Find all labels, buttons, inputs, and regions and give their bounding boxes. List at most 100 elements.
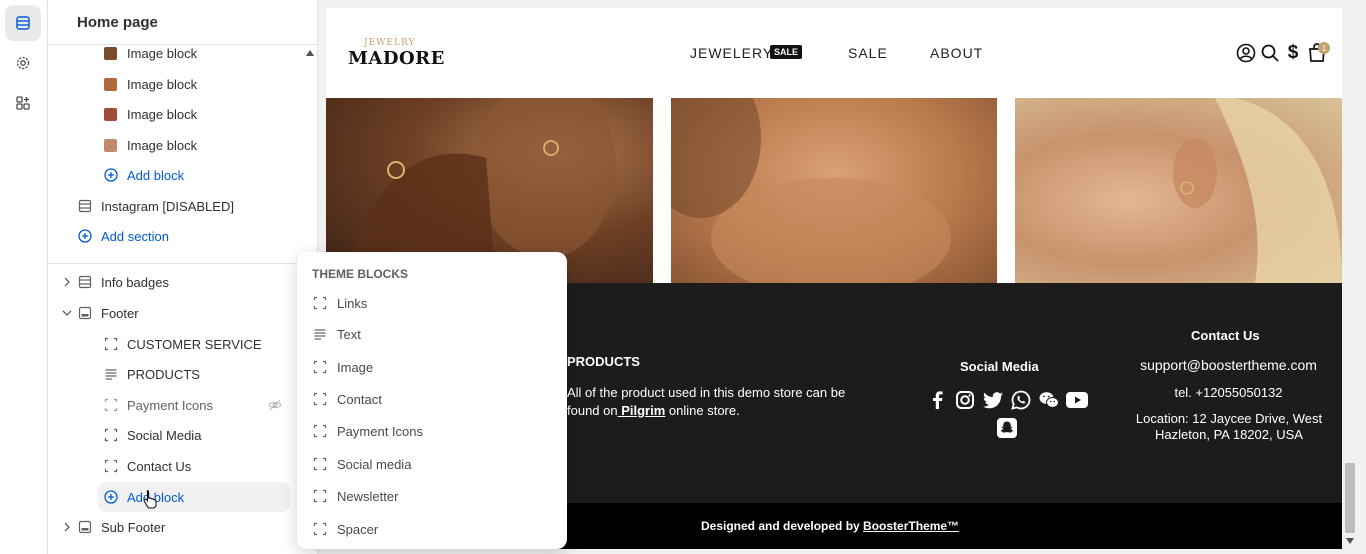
nav-sale[interactable]: SALE (848, 45, 888, 61)
block-icon (313, 424, 327, 438)
sale-badge: SALE (770, 45, 803, 59)
block-icon (313, 296, 327, 310)
scroll-up-icon[interactable] (306, 50, 314, 56)
eye-off-icon[interactable] (268, 398, 282, 417)
add-section-button[interactable]: Add section (78, 222, 169, 250)
snapchat-icon[interactable] (996, 417, 1018, 439)
add-block-button[interactable]: Add block (104, 161, 184, 189)
text-icon (313, 327, 327, 341)
store-header: JEWELRY MADORE JEWELERY SALE SALE ABOUT … (326, 8, 1342, 98)
sidebar-scrollbar[interactable] (302, 45, 318, 265)
pilgrim-link[interactable]: Pilgrim (618, 403, 665, 418)
scroll-thumb[interactable] (1345, 463, 1355, 533)
footer-block-customer-service[interactable]: CUSTOMER SERVICE (104, 330, 262, 358)
block-icon (104, 459, 118, 473)
block-option-payment-icons[interactable]: Payment Icons (313, 419, 423, 443)
block-icon (313, 522, 327, 536)
block-option-spacer[interactable]: Spacer (313, 517, 378, 541)
block-option-links[interactable]: Links (313, 291, 367, 315)
credits: Designed and developed by BoosterTheme™ (701, 519, 960, 533)
contact-heading: Contact Us (1191, 328, 1260, 343)
sections-nav-button[interactable] (5, 5, 41, 41)
sections-sidebar: Home page Image block Image block Image … (48, 0, 318, 554)
social-heading: Social Media (960, 359, 1039, 374)
image-block-item[interactable]: Image block (104, 70, 197, 98)
section-icon (78, 199, 92, 213)
whatsapp-icon[interactable] (1010, 389, 1032, 411)
hand-cursor-icon (142, 489, 158, 514)
footer-block-contact-us[interactable]: Contact Us (104, 452, 191, 480)
block-icon (313, 457, 327, 471)
chevron-down-icon[interactable] (62, 299, 72, 327)
jewelry-photo-2 (671, 98, 997, 283)
currency-icon[interactable]: $ (1283, 42, 1303, 63)
block-icon (104, 398, 118, 412)
youtube-icon[interactable] (1066, 389, 1088, 411)
apps-icon (16, 96, 30, 110)
gear-icon (16, 56, 30, 70)
block-option-newsletter[interactable]: Newsletter (313, 484, 398, 508)
page-title: Home page (77, 14, 158, 31)
block-option-text[interactable]: Text (313, 322, 361, 346)
twitter-icon[interactable] (982, 389, 1004, 411)
settings-nav-button[interactable] (5, 45, 41, 81)
jewelry-photo-3 (1015, 98, 1342, 283)
facebook-icon[interactable] (926, 389, 948, 411)
image-thumbnail (104, 46, 117, 60)
sidebar-divider (48, 263, 318, 264)
scroll-down-icon[interactable] (1346, 538, 1354, 544)
image-block-item[interactable]: Image block (104, 100, 197, 128)
chevron-right-icon[interactable] (62, 268, 72, 296)
section-icon (78, 275, 92, 289)
image-block-item[interactable]: Image block (104, 39, 197, 67)
section-info-badges[interactable]: Info badges (78, 268, 169, 296)
boostertheme-link[interactable]: BoosterTheme™ (863, 519, 959, 533)
popover-title: THEME BLOCKS (312, 267, 408, 281)
section-sub-footer[interactable]: Sub Footer (78, 513, 165, 541)
image-thumbnail (104, 107, 117, 121)
block-option-image[interactable]: Image (313, 355, 373, 379)
contact-location: Location: 12 Jaycee Drive, West Hazleton… (1135, 411, 1323, 442)
social-icons (922, 389, 1092, 439)
footer-block-products[interactable]: PRODUCTS (104, 360, 200, 388)
logo-tagline: JEWELRY (364, 38, 416, 48)
icon-rail (0, 0, 48, 554)
footer-block-social-media[interactable]: Social Media (104, 421, 201, 449)
wechat-icon[interactable] (1038, 389, 1060, 411)
cart-count-badge: 1 (1318, 42, 1330, 54)
block-option-social-media[interactable]: Social media (313, 452, 411, 476)
section-instagram[interactable]: Instagram [DISABLED] (78, 192, 234, 220)
image-block-item[interactable]: Image block (104, 131, 197, 159)
account-icon[interactable] (1236, 43, 1256, 63)
plus-circle-icon (104, 168, 118, 182)
products-text: All of the product used in this demo sto… (567, 385, 846, 418)
block-option-contact[interactable]: Contact (313, 387, 382, 411)
contact-email[interactable]: support@boostertheme.com (1106, 356, 1342, 374)
footer-section-icon (78, 306, 92, 320)
theme-editor: Home page Image block Image block Image … (0, 0, 1366, 554)
preview-scrollbar[interactable] (1342, 8, 1358, 549)
photo-illustration-3 (1173, 98, 1342, 283)
block-icon (104, 428, 118, 442)
text-icon (104, 367, 118, 381)
photo-illustration-2 (671, 98, 951, 283)
sections-icon (16, 16, 30, 30)
block-icon (104, 337, 118, 351)
theme-blocks-popover: THEME BLOCKS Links Text Image Contact Pa… (297, 252, 567, 549)
chevron-right-icon[interactable] (62, 513, 72, 541)
search-icon[interactable] (1260, 43, 1280, 63)
apps-nav-button[interactable] (5, 85, 41, 121)
products-heading: PRODUCTS (567, 354, 640, 369)
section-icon (78, 520, 92, 534)
contact-phone: tel. +12055050132 (1174, 385, 1283, 400)
section-footer[interactable]: Footer (78, 299, 139, 327)
footer-block-payment-icons[interactable]: Payment Icons (104, 391, 213, 419)
plus-circle-icon (104, 490, 118, 504)
block-icon (313, 489, 327, 503)
nav-about[interactable]: ABOUT (930, 45, 983, 61)
store-logo[interactable]: MADORE (348, 48, 445, 69)
nav-jewelery[interactable]: JEWELERY (690, 45, 773, 61)
block-icon (313, 392, 327, 406)
block-icon (313, 360, 327, 374)
instagram-icon[interactable] (954, 389, 976, 411)
